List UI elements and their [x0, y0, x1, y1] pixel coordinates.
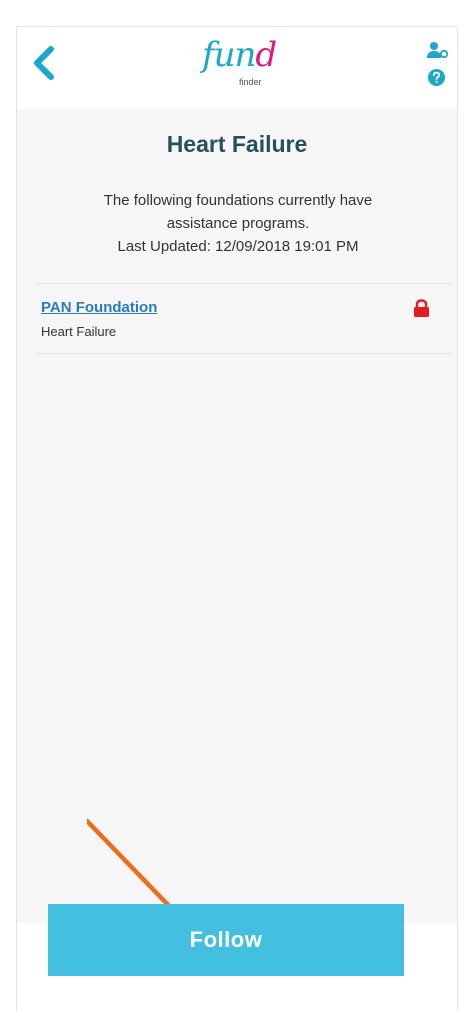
last-updated: Last Updated: 12/09/2018 19:01 PM: [117, 238, 359, 255]
help-circle-icon: [428, 69, 445, 86]
page-title: Heart Failure: [166, 131, 308, 157]
description-line: assistance programs.: [166, 215, 310, 232]
follow-button[interactable]: Follow: [48, 904, 404, 976]
user-settings-icon: [427, 42, 449, 59]
lock-icon: [414, 299, 429, 317]
back-button[interactable]: [27, 43, 63, 83]
help-button[interactable]: [428, 69, 445, 86]
logo-subtext: finder: [239, 77, 262, 87]
logo-wordmark: fund: [202, 35, 277, 75]
account-button[interactable]: [427, 41, 449, 59]
divider: [37, 283, 451, 284]
app-screen: fund finder Heart Failure The following …: [16, 26, 458, 1011]
description-line: The following foundations currently have: [103, 192, 373, 209]
foundation-condition: Heart Failure: [41, 324, 117, 339]
list-item: PAN Foundation Heart Failure: [37, 295, 451, 353]
divider: [37, 353, 451, 354]
app-header: fund finder: [17, 27, 457, 109]
fundfinder-logo: fund finder: [202, 35, 286, 93]
page-description: The following foundations currently have…: [57, 189, 419, 258]
chevron-left-icon: [34, 46, 54, 80]
foundation-link[interactable]: PAN Foundation: [41, 299, 157, 316]
